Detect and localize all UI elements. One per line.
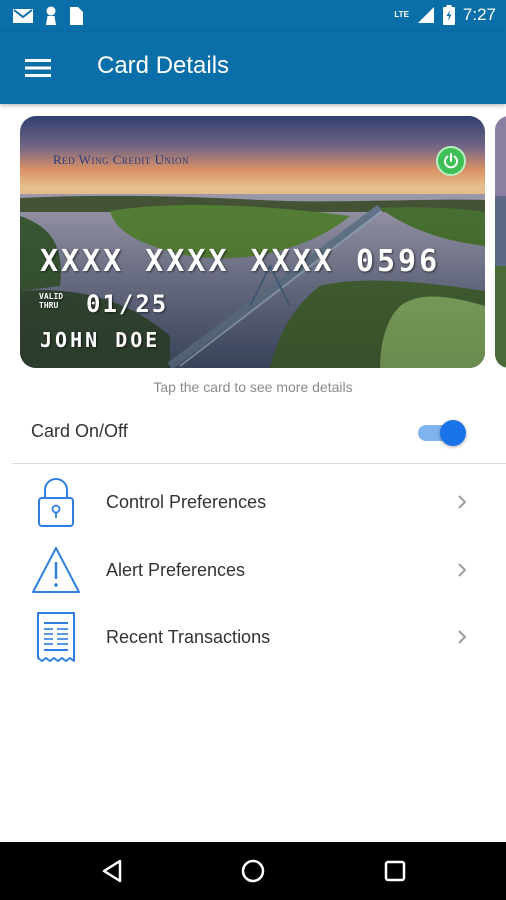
chevron-right-icon xyxy=(452,560,472,580)
home-icon xyxy=(241,859,265,883)
card-toggle-row: Card On/Off xyxy=(0,406,506,456)
chevron-right-icon xyxy=(452,627,472,647)
recents-button[interactable] xyxy=(380,856,410,886)
bank-name: Red Wing Credit Union xyxy=(53,152,189,167)
alert-preferences-row[interactable]: Alert Preferences xyxy=(0,538,506,602)
card-on-off-switch[interactable] xyxy=(418,419,468,446)
back-icon xyxy=(102,859,122,883)
recent-transactions-row[interactable]: Recent Transactions xyxy=(0,605,506,669)
control-preferences-row[interactable]: Control Preferences xyxy=(0,470,506,534)
menu-label: Alert Preferences xyxy=(106,560,246,580)
menu-label: Recent Transactions xyxy=(106,627,271,647)
app-bar: Card Details xyxy=(0,32,506,104)
mail-icon xyxy=(13,9,33,23)
card-toggle-label: Card On/Off xyxy=(31,421,128,441)
recents-icon xyxy=(384,860,406,882)
back-button[interactable] xyxy=(98,856,128,886)
battery-icon xyxy=(442,5,455,25)
status-bar: LTE 7:27 xyxy=(0,0,506,32)
chevron-right-icon xyxy=(452,492,472,512)
card-hint: Tap the card to see more details xyxy=(153,379,353,395)
system-nav-bar xyxy=(0,842,506,900)
person-icon xyxy=(46,6,56,25)
next-card-peek[interactable] xyxy=(495,116,506,368)
card-number: XXXX XXXX XXXX 0596 xyxy=(40,244,441,279)
power-icon xyxy=(444,153,458,169)
warning-icon xyxy=(28,544,84,596)
card-holder-name: JOHN DOE xyxy=(40,328,161,352)
system-indicators: LTE 7:27 xyxy=(394,5,496,25)
divider xyxy=(12,463,506,464)
menu-button[interactable] xyxy=(22,54,54,82)
sim-card-icon xyxy=(70,7,83,25)
page-title: Card Details xyxy=(97,52,230,79)
network-type: LTE xyxy=(394,10,409,19)
switch-thumb xyxy=(440,420,466,446)
credit-card[interactable]: Red Wing Credit Union XXXX XXXX XXXX 059… xyxy=(20,116,485,368)
clock: 7:27 xyxy=(462,5,496,24)
receipt-icon xyxy=(28,611,84,663)
menu-label: Control Preferences xyxy=(106,492,267,512)
card-power-button[interactable] xyxy=(436,146,466,176)
notification-icons xyxy=(12,6,84,26)
hamburger-icon xyxy=(25,59,51,77)
valid-thru-label: VALID THRU xyxy=(39,292,64,310)
next-card-photo xyxy=(495,116,506,368)
lock-icon xyxy=(28,476,84,528)
card-expiry: 01/25 xyxy=(86,290,169,318)
signal-icon xyxy=(417,7,434,23)
home-button[interactable] xyxy=(238,856,268,886)
